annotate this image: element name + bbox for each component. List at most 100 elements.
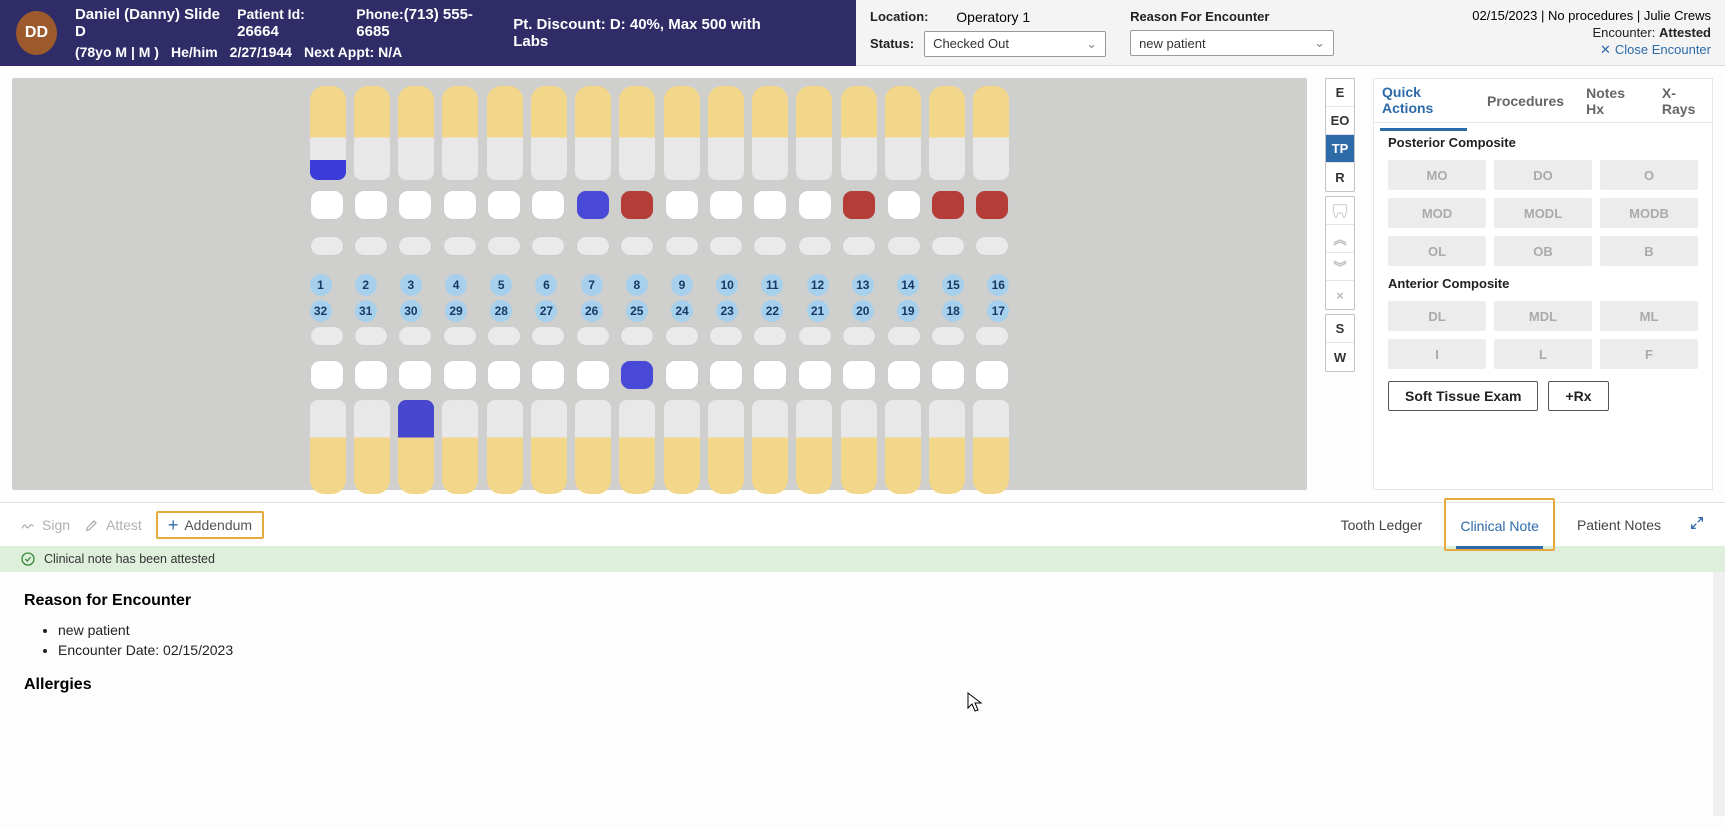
tooth-lingual[interactable] (798, 326, 832, 346)
tooth-number[interactable]: 11 (761, 274, 783, 296)
tooth-lingual[interactable] (576, 326, 610, 346)
tooth-number[interactable]: 10 (716, 274, 738, 296)
close-encounter-link[interactable]: ✕ Close Encounter (1600, 42, 1711, 58)
status-select[interactable]: Checked Out ⌄ (924, 31, 1106, 57)
tooth-number[interactable]: 12 (807, 274, 829, 296)
tooth-lingual[interactable] (753, 236, 787, 256)
tooth-lingual[interactable] (931, 236, 965, 256)
tooth-facial[interactable] (442, 86, 478, 180)
rail-w[interactable]: W (1326, 343, 1354, 371)
tooth-facial[interactable] (973, 86, 1009, 180)
tooth-facial[interactable] (531, 400, 567, 494)
tooth-lingual[interactable] (310, 326, 344, 346)
tooth-occlusal[interactable] (354, 360, 388, 390)
tooth-number[interactable]: 32 (310, 300, 332, 322)
tooth-occlusal[interactable] (842, 190, 876, 220)
tooth-number[interactable]: 18 (942, 300, 964, 322)
tooth-number[interactable]: 27 (535, 300, 557, 322)
sign-button[interactable]: Sign (20, 517, 70, 533)
clear-icon[interactable]: × (1326, 281, 1354, 309)
tooth-lingual[interactable] (975, 326, 1009, 346)
lower-tab[interactable]: Clinical Note (1456, 506, 1543, 549)
tooth-facial[interactable] (929, 86, 965, 180)
composite-button[interactable]: MODL (1494, 198, 1592, 228)
tooth-facial[interactable] (885, 86, 921, 180)
tooth-occlusal[interactable] (487, 360, 521, 390)
tooth-facial[interactable] (310, 86, 346, 180)
tooth-number[interactable]: 24 (671, 300, 693, 322)
tooth-facial[interactable] (796, 400, 832, 494)
tooth-lingual[interactable] (975, 236, 1009, 256)
composite-button[interactable]: DL (1388, 301, 1486, 331)
tooth-lingual[interactable] (798, 236, 832, 256)
tooth-lingual[interactable] (753, 326, 787, 346)
tooth-lingual[interactable] (398, 236, 432, 256)
qp-tab[interactable]: Notes Hx (1584, 73, 1642, 129)
tooth-number[interactable]: 15 (942, 274, 964, 296)
tooth-number[interactable]: 21 (807, 300, 829, 322)
tooth-occlusal[interactable] (310, 190, 344, 220)
tooth-facial[interactable] (664, 86, 700, 180)
tooth-facial[interactable] (310, 400, 346, 494)
tooth-lingual[interactable] (487, 236, 521, 256)
tooth-facial[interactable] (354, 400, 390, 494)
tooth-facial[interactable] (487, 400, 523, 494)
tooth-number[interactable]: 17 (987, 300, 1009, 322)
tooth-lingual[interactable] (443, 236, 477, 256)
tooth-facial[interactable] (885, 400, 921, 494)
tooth-facial[interactable] (841, 400, 877, 494)
tooth-lingual[interactable] (354, 236, 388, 256)
tooth-occlusal[interactable] (798, 190, 832, 220)
tooth-facial[interactable] (354, 86, 390, 180)
composite-button[interactable]: MDL (1494, 301, 1592, 331)
tooth-lingual[interactable] (709, 326, 743, 346)
composite-button[interactable]: MO (1388, 160, 1486, 190)
tooth-occlusal[interactable] (931, 360, 965, 390)
tooth-facial[interactable] (619, 86, 655, 180)
tooth-lingual[interactable] (931, 326, 965, 346)
composite-button[interactable]: OB (1494, 236, 1592, 266)
composite-button[interactable]: L (1494, 339, 1592, 369)
tooth-icon[interactable] (1326, 197, 1354, 225)
tooth-facial[interactable] (796, 86, 832, 180)
tooth-occlusal[interactable] (487, 190, 521, 220)
tooth-facial[interactable] (619, 400, 655, 494)
tooth-lingual[interactable] (842, 236, 876, 256)
tooth-number[interactable]: 22 (761, 300, 783, 322)
attest-button[interactable]: Attest (84, 517, 142, 533)
lower-tab[interactable]: Tooth Ledger (1337, 505, 1427, 545)
tooth-number[interactable]: 3 (400, 274, 422, 296)
composite-button[interactable]: MODB (1600, 198, 1698, 228)
tooth-lingual[interactable] (620, 326, 654, 346)
composite-button[interactable]: OL (1388, 236, 1486, 266)
tooth-facial[interactable] (664, 400, 700, 494)
tooth-occlusal[interactable] (576, 360, 610, 390)
qp-tab[interactable]: Quick Actions (1380, 72, 1467, 131)
tooth-number[interactable]: 20 (852, 300, 874, 322)
tooth-facial[interactable] (841, 86, 877, 180)
tooth-number[interactable]: 1 (310, 274, 332, 296)
tooth-occlusal[interactable] (531, 360, 565, 390)
composite-button[interactable]: B (1600, 236, 1698, 266)
tooth-occlusal[interactable] (887, 190, 921, 220)
tooth-facial[interactable] (752, 400, 788, 494)
tooth-number[interactable]: 16 (987, 274, 1009, 296)
tooth-number[interactable]: 29 (445, 300, 467, 322)
tooth-occlusal[interactable] (753, 190, 787, 220)
tooth-occlusal[interactable] (975, 190, 1009, 220)
tooth-number[interactable]: 19 (897, 300, 919, 322)
tooth-occlusal[interactable] (842, 360, 876, 390)
qp-tab[interactable]: Procedures (1485, 81, 1566, 121)
tooth-number[interactable]: 13 (852, 274, 874, 296)
composite-button[interactable]: ML (1600, 301, 1698, 331)
scroll-down-icon[interactable]: ︾ (1326, 253, 1354, 281)
tooth-number[interactable]: 23 (716, 300, 738, 322)
tooth-occlusal[interactable] (398, 360, 432, 390)
tooth-facial[interactable] (575, 400, 611, 494)
composite-button[interactable]: I (1388, 339, 1486, 369)
tooth-occlusal[interactable] (931, 190, 965, 220)
tooth-occlusal[interactable] (709, 190, 743, 220)
tooth-occlusal[interactable] (620, 190, 654, 220)
tooth-facial[interactable] (752, 86, 788, 180)
tooth-number[interactable]: 6 (535, 274, 557, 296)
